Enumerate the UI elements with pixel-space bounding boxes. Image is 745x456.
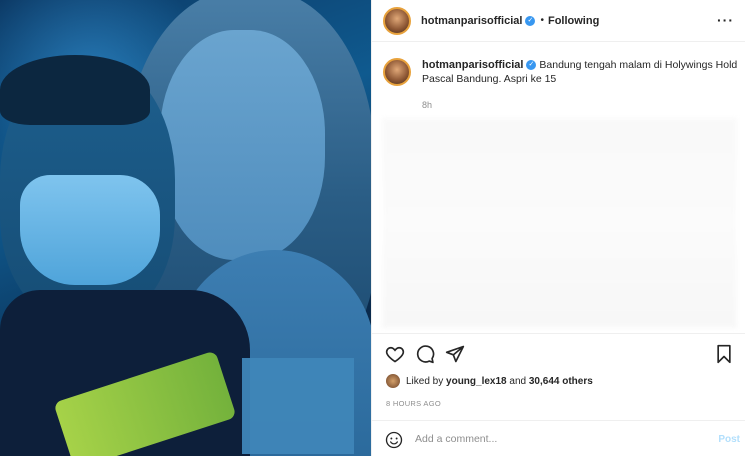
share-icon[interactable] xyxy=(445,344,465,364)
post-photo[interactable] xyxy=(0,0,371,456)
comment-icon[interactable] xyxy=(415,344,435,364)
verified-badge-icon: ✓ xyxy=(525,15,536,26)
photo-woman-face xyxy=(160,30,325,260)
likes-summary: Liked by young_lex18 and 30,644 others xyxy=(386,374,593,388)
separator-dot: • xyxy=(540,15,544,26)
post-side-panel: hotmanparisofficial ✓ • Following ··· ho… xyxy=(371,0,745,456)
post-caption: hotmanparisofficial ✓ Bandung tengah mala… xyxy=(372,58,745,110)
caption-avatar[interactable] xyxy=(383,58,411,86)
action-bar xyxy=(372,333,745,373)
post-comment-button[interactable]: Post xyxy=(718,434,740,445)
instagram-post: hotmanparisofficial ✓ • Following ··· ho… xyxy=(0,0,745,456)
caption-time[interactable]: 8h xyxy=(422,100,432,110)
comments-area xyxy=(382,118,737,328)
author-username[interactable]: hotmanparisofficial xyxy=(421,15,522,27)
post-header: hotmanparisofficial ✓ • Following ··· xyxy=(372,0,745,42)
comment-bar: Post xyxy=(372,420,745,456)
post-date[interactable]: 8 HOURS AGO xyxy=(386,399,441,408)
liker-avatar[interactable] xyxy=(386,374,400,388)
liker-username[interactable]: young_lex18 xyxy=(446,376,507,387)
likes-count[interactable]: 30,644 others xyxy=(529,376,593,387)
emoji-icon[interactable] xyxy=(385,431,403,449)
likes-prefix: Liked by xyxy=(406,375,444,387)
likes-and: and xyxy=(509,375,527,387)
comment-input[interactable] xyxy=(415,430,695,448)
bookmark-icon[interactable] xyxy=(714,344,734,364)
censored-blur-box xyxy=(242,358,354,454)
author-avatar[interactable] xyxy=(383,6,411,35)
caption-text-block: hotmanparisofficial ✓ Bandung tengah mala… xyxy=(422,58,740,86)
more-horizontal-icon[interactable]: ··· xyxy=(717,12,734,28)
caption-username[interactable]: hotmanparisofficial xyxy=(422,59,523,71)
caption-verified-badge-icon: ✓ xyxy=(526,60,537,71)
heart-icon[interactable] xyxy=(385,344,405,364)
following-button[interactable]: Following xyxy=(548,15,599,27)
photo-face-mask xyxy=(20,175,160,285)
photo-man-hair xyxy=(0,55,150,125)
